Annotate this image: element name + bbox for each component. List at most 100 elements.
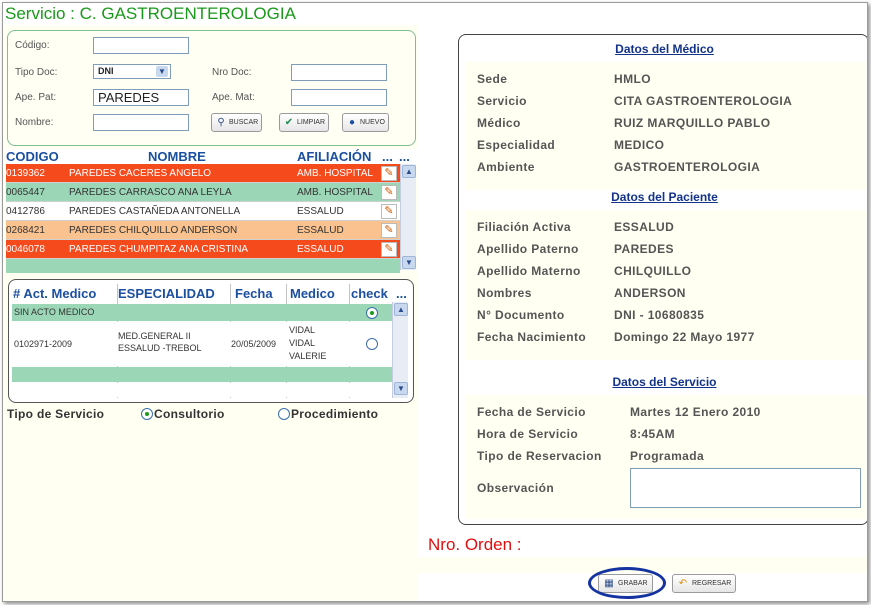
act-medico-2: VIDAL [289,338,316,348]
details-panel: Datos del Médico Sede HMLO Servicio CITA… [458,34,867,525]
nuevo-label: NUEVO [360,119,385,126]
consultorio-label: Consultorio [154,407,225,421]
sede-label: Sede [477,72,508,86]
ape-mat-label: Ape. Mat: [212,92,255,103]
medico-label: Médico [477,116,521,130]
patient-row[interactable]: 0046078 PAREDES CHUMPITAZ ANA CRISTINA ESS… [6,240,400,259]
act-row[interactable]: 0102971-2009 MED.GENERAL II ESSALUD -TRE… [12,322,392,366]
patient-codigo: 0065447 [6,187,45,198]
search-icon: ⚲ [217,116,225,128]
patients-scrollbar[interactable]: ▲ ▼ [400,164,416,270]
act-medico-3: VALERIE [289,351,327,361]
patient-nombre: PAREDES CHILQUILLO ANDERSON [69,225,238,236]
limpiar-button[interactable]: ✔ LIMPIAR [279,113,330,132]
servicio-value: CITA GASTROENTEROLOGIA [614,94,793,108]
patient-afiliacion: ESSALUD [297,244,344,255]
edit-icon[interactable]: ✎ [381,166,397,181]
servicio-label: Servicio [477,94,527,108]
ape-pat-label: Ape. Pat: [15,92,57,103]
nro-doc-label: Nro Doc: [212,67,252,78]
nro-doc-input[interactable] [291,64,387,81]
patient-codigo: 0139362 [6,168,45,179]
acts-scrollbar[interactable]: ▲ ▼ [392,302,408,398]
col-act-medico: # Act. Medico [13,286,97,301]
patient-row[interactable]: 0065447 PAREDES CARRASCO ANA LEYLA AMB. HO… [6,183,400,202]
chevron-down-icon[interactable]: ▼ [156,66,168,77]
act-especialidad-2: ESSALUD -TREBOL [118,343,202,353]
nacimiento-label: Fecha Nacimiento [477,330,587,344]
medico-value: RUIZ MARQUILLO PABLO [614,116,771,130]
act-row-empty [12,383,392,397]
observacion-textarea[interactable] [630,468,861,508]
edit-icon[interactable]: ✎ [381,204,397,219]
nuevo-button[interactable]: ● NUEVO [342,113,389,132]
acts-table: # Act. Medico ESPECIALIDAD Fecha Medico … [8,279,414,403]
patient-afiliacion: AMB. HOSPITAL [297,168,373,179]
especialidad-label: Especialidad [477,138,556,152]
ape-pat-input[interactable]: PAREDES [93,89,189,106]
col-nombre: NOMBRE [148,149,206,164]
tipo-doc-value: DNI [98,66,114,76]
ape-mat-input[interactable] [291,89,387,106]
tipo-reservacion-label: Tipo de Reservacion [477,449,602,463]
regresar-button[interactable]: ↶ REGRESAR [672,574,737,593]
patient-row-partial[interactable] [6,259,400,273]
act-medico-1: VIDAL [289,325,316,335]
nombre-input[interactable] [93,114,189,131]
patient-row[interactable]: 0139362 PAREDES CACERES ANGELO AMB. HOSPIT… [6,164,400,183]
col-more: ... [396,286,407,301]
broom-icon: ✔ [284,116,294,128]
scroll-up-icon[interactable]: ▲ [394,303,408,316]
patient-codigo: 0046078 [6,244,45,255]
ape-materno-value: CHILQUILLO [614,264,692,278]
nombres-value: ANDERSON [614,286,686,300]
codigo-input[interactable] [93,37,189,54]
act-row[interactable]: SIN ACTO MEDICO [12,304,392,321]
buscar-button[interactable]: ⚲ BUSCAR [211,113,263,132]
edit-icon[interactable]: ✎ [381,223,397,238]
paciente-section-title: Datos del Paciente [611,190,718,204]
act-radio[interactable] [366,338,378,350]
edit-icon[interactable]: ✎ [381,242,397,257]
procedimiento-label: Procedimiento [291,407,379,421]
patient-row[interactable]: 0412786 PAREDES CASTAÑEDA ANTONELLA ESSALU… [6,202,400,221]
add-user-icon: ● [348,116,356,128]
nro-orden-label: Nro. Orden : [428,535,522,554]
fecha-servicio-label: Fecha de Servicio [477,405,586,419]
patient-nombre: PAREDES CASTAÑEDA ANTONELLA [69,206,241,217]
regresar-label: REGRESAR [692,580,732,587]
act-row-empty [12,367,392,382]
patient-afiliacion: ESSALUD [297,225,344,236]
consultorio-radio[interactable] [141,408,153,420]
scroll-down-icon[interactable]: ▼ [394,382,408,395]
patient-nombre: PAREDES CARRASCO ANA LEYLA [69,187,232,198]
highlight-ring [588,567,666,599]
col-codigo: CODIGO [6,149,59,164]
tipo-servicio-label: Tipo de Servicio [7,407,105,421]
codigo-label: Código: [15,40,50,51]
patients-table: CODIGO NOMBRE AFILIACIÓN ... ... 0139362… [6,149,418,273]
patient-afiliacion: AMB. HOSPITAL [297,187,373,198]
back-arrow-icon: ↶ [678,577,688,589]
col-fecha: Fecha [235,286,273,301]
procedimiento-radio[interactable] [278,408,290,420]
limpiar-label: LIMPIAR [297,119,326,126]
documento-label: N° Documento [477,308,565,322]
patients-header: CODIGO NOMBRE AFILIACIÓN ... ... [6,149,418,164]
col-especialidad: ESPECIALIDAD [118,286,215,301]
scroll-down-icon[interactable]: ▼ [402,256,416,269]
ape-paterno-label: Apellido Paterno [477,242,579,256]
especialidad-value: MEDICO [614,138,665,152]
observacion-label: Observación [477,481,555,495]
page-title: Servicio : C. GASTROENTEROLOGIA [5,4,296,23]
edit-icon[interactable]: ✎ [381,185,397,200]
act-row-text: SIN ACTO MEDICO [14,307,95,317]
hora-servicio-value: 8:45AM [630,427,676,441]
tipo-doc-select[interactable]: DNI ▼ [93,64,171,79]
patient-row[interactable]: 0268421 PAREDES CHILQUILLO ANDERSON ESSALU… [6,221,400,240]
documento-value: DNI - 10680835 [614,308,705,322]
act-radio-selected[interactable] [366,307,378,319]
patient-codigo: 0268421 [6,225,45,236]
scroll-up-icon[interactable]: ▲ [402,165,416,178]
window: Servicio : C. GASTROENTEROLOGIA Código: … [2,2,868,602]
